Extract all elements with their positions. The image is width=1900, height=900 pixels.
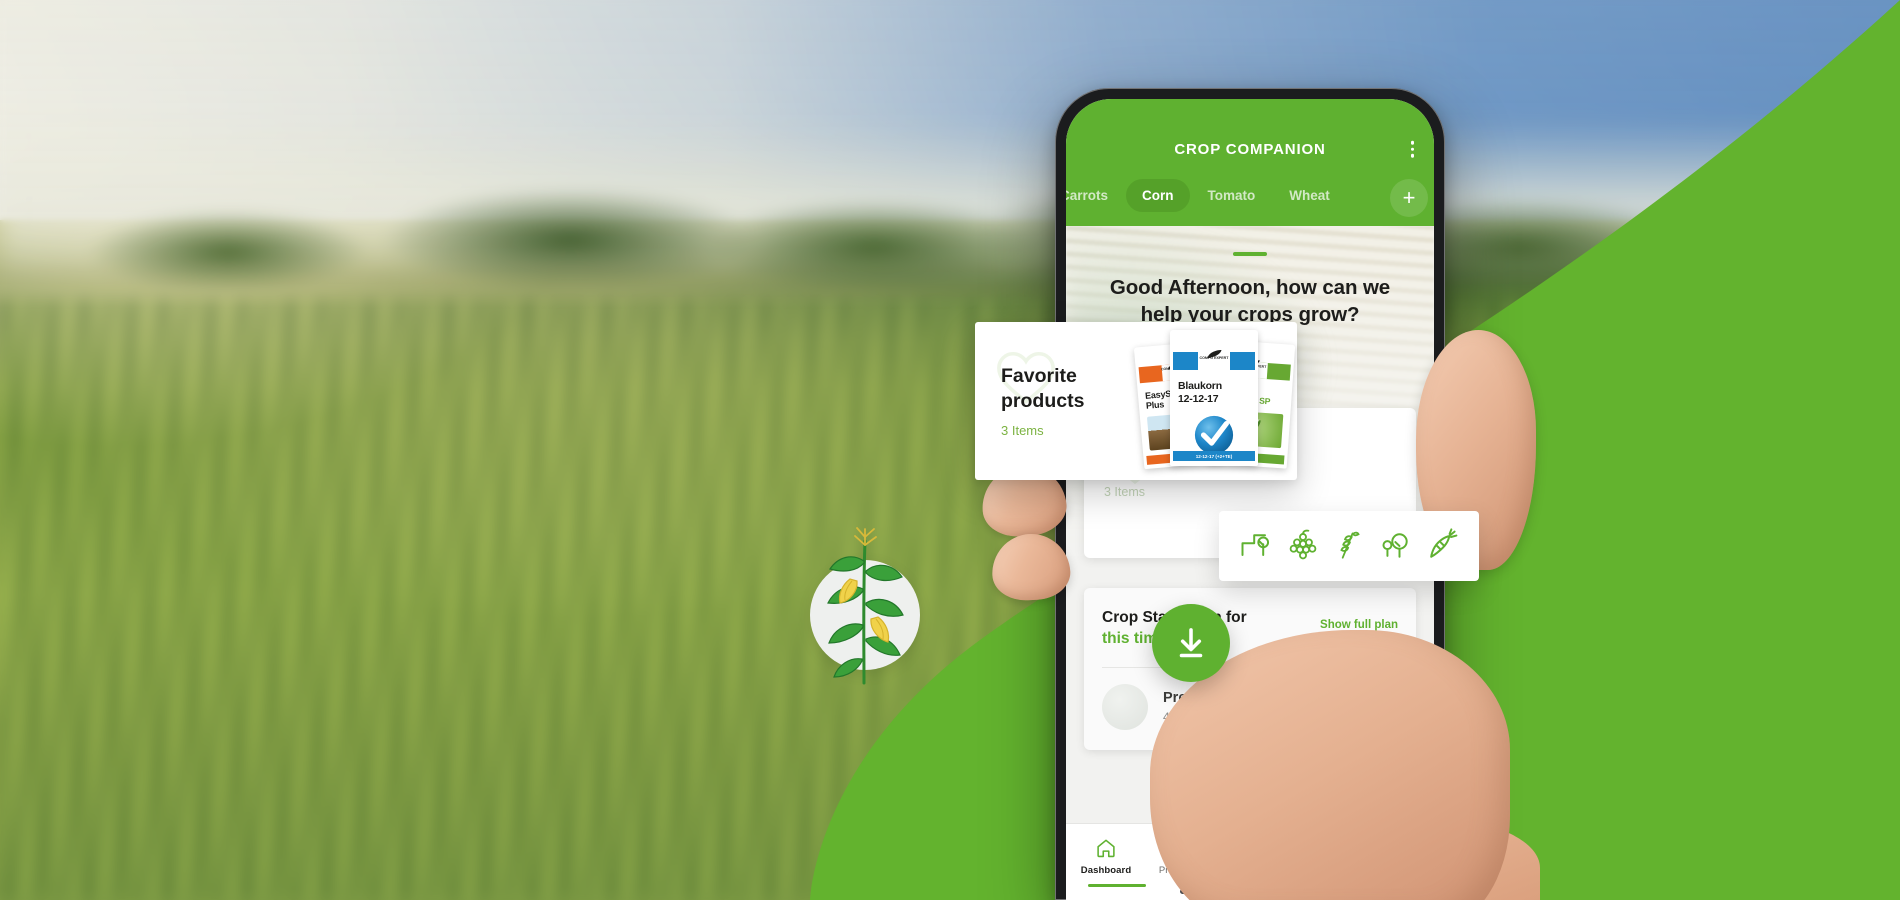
callout-title: Favorite products	[1001, 364, 1129, 412]
grapes-icon[interactable]	[1285, 528, 1321, 564]
favorite-card-subtitle: 3 Items	[1104, 485, 1145, 500]
callout-text-block: Favorite products 3 Items	[1001, 364, 1129, 437]
product-name-blaukorn: Blaukorn 12-12-17	[1178, 380, 1222, 405]
background-photo	[0, 0, 1900, 900]
crop-tab-tomato[interactable]: Tomato	[1192, 179, 1272, 212]
greenhouse-icon[interactable]	[1238, 528, 1274, 564]
compo-leaf-icon	[1207, 350, 1222, 358]
greeting-line-1: Good Afternoon, how can we	[1109, 276, 1391, 299]
corn-plant-icon	[827, 527, 904, 685]
crop-stage-thumbnail	[1102, 683, 1148, 730]
nav-item-dashboard[interactable]: Dashboard	[1070, 835, 1146, 887]
product-npk-blaukorn: 12-12-17 (+2+TE)	[1173, 451, 1255, 461]
product-bag-blaukorn[interactable]: COMPO EXPERT Blaukorn 12-12-17 12-12-17 …	[1170, 330, 1258, 466]
callout-title-line-2: products	[1001, 389, 1085, 412]
orchard-icon[interactable]	[1377, 528, 1413, 564]
crop-tab-corn[interactable]: Corn	[1126, 179, 1190, 212]
app-header: CROP COMPANION Carrots Corn Tomato Wheat…	[1066, 99, 1434, 226]
callout-title-line-1: Favorite	[1001, 365, 1077, 388]
home-icon	[1097, 839, 1115, 858]
download-button[interactable]	[1152, 604, 1230, 682]
app-title-row: CROP COMPANION	[1066, 129, 1434, 169]
add-crop-button[interactable]: +	[1390, 178, 1428, 217]
background-blur-overlay	[0, 0, 1900, 900]
hero-divider	[1233, 252, 1267, 256]
page-title: CROP COMPANION	[1174, 140, 1326, 158]
wheat-icon[interactable]	[1331, 528, 1367, 564]
three-dots-vertical-icon[interactable]	[1407, 137, 1419, 162]
carrot-icon[interactable]	[1424, 528, 1460, 564]
crop-tab-wheat[interactable]: Wheat	[1273, 179, 1346, 212]
favorite-products-callout[interactable]: Favorite products 3 Items COMPO EXPERT E…	[975, 322, 1297, 480]
product-bag-group: COMPO EXPERT EasyStart Plus 18-26-5 COMP…	[1133, 330, 1296, 472]
nav-label-dashboard: Dashboard	[1080, 865, 1132, 876]
greeting-text: Good Afternoon, how can we help your cro…	[1066, 274, 1434, 328]
crop-tab-carrots[interactable]: Carrots	[1066, 179, 1124, 212]
hero-content: Good Afternoon, how can we help your cro…	[1066, 226, 1434, 328]
download-icon	[1179, 628, 1203, 658]
callout-subtitle: 3 Items	[1001, 422, 1044, 438]
blue-check-badge-icon	[1194, 415, 1234, 455]
crop-icon-strip	[1219, 511, 1479, 581]
nav-active-indicator	[1088, 884, 1146, 887]
crop-tabs: Carrots Corn Tomato Wheat +	[1066, 169, 1434, 226]
